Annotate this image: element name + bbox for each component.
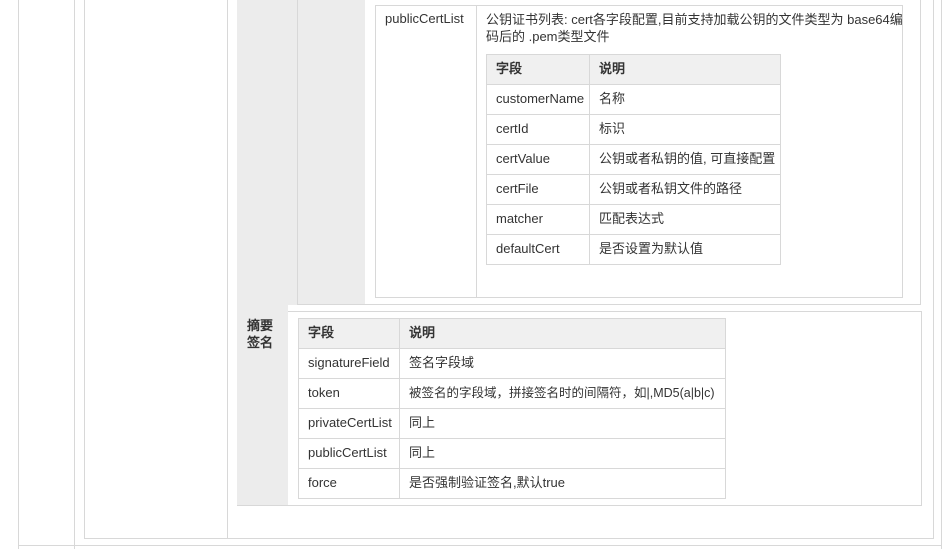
- public-cert-row-field: matcher: [496, 211, 543, 226]
- public-cert-table-header: [486, 54, 781, 85]
- outer-right-border: [941, 0, 942, 549]
- table-row: [486, 114, 781, 145]
- public-cert-row-divider: [476, 5, 477, 298]
- public-cert-row-field: customerName: [496, 91, 585, 106]
- signature-row-desc: 签名字段域: [409, 355, 475, 370]
- signature-row-field: privateCertList: [308, 415, 392, 430]
- signature-table-header: [298, 318, 726, 349]
- public-cert-row-field: defaultCert: [496, 241, 560, 256]
- public-cert-table-header-desc: 说明: [599, 61, 626, 76]
- public-cert-description-line2: 码后的 .pem类型文件: [486, 29, 610, 44]
- public-cert-description: 公钥证书列表: cert各字段配置,目前支持加载公钥的文件类型为 base64编…: [486, 11, 903, 45]
- signature-row-desc: 同上: [409, 415, 436, 430]
- outer-bottom-border: [18, 545, 942, 546]
- public-cert-row-desc: 匹配表达式: [599, 211, 665, 226]
- public-cert-row-field: certValue: [496, 151, 550, 166]
- public-cert-field-name: publicCertList: [385, 11, 464, 26]
- signature-row-desc: 被签名的字段域，拼接签名时的间隔符，如|,MD5(a|b|c): [409, 386, 715, 400]
- signature-row-field: publicCertList: [308, 445, 387, 460]
- public-cert-row-desc: 是否设置为默认值: [599, 241, 704, 256]
- outer-left-border-2: [74, 0, 75, 549]
- signature-label-line2: 签名: [247, 335, 274, 350]
- category-column-divider: [227, 0, 228, 538]
- public-cert-table-col-divider: [589, 54, 590, 265]
- public-cert-row-desc: 名称: [599, 91, 626, 106]
- signature-table-header-desc: 说明: [409, 325, 436, 340]
- signature-row-field: token: [308, 385, 340, 400]
- public-cert-row-field: certId: [496, 121, 529, 136]
- signature-row-desc: 是否强制验证签名,默认true: [409, 475, 566, 490]
- outer-left-border-1: [18, 0, 19, 549]
- signature-label: 摘要 签名: [247, 317, 273, 351]
- signature-row-field: force: [308, 475, 337, 490]
- nested-field-column: [298, 0, 365, 304]
- public-cert-table-header-field: 字段: [496, 61, 523, 76]
- public-cert-row-top: [375, 5, 903, 6]
- public-cert-row-desc: 标识: [599, 121, 626, 136]
- signature-section-bottom-left: [237, 505, 289, 506]
- signature-row-desc: 同上: [409, 445, 436, 460]
- public-cert-row-field: certFile: [496, 181, 539, 196]
- signature-table-header-field: 字段: [308, 325, 335, 340]
- gray-band-inner: [288, 0, 297, 305]
- signature-label-line1: 摘要: [247, 318, 274, 333]
- signature-row-field: signatureField: [308, 355, 390, 370]
- public-cert-description-line1: 公钥证书列表: cert各字段配置,目前支持加载公钥的文件类型为 base64编: [486, 12, 903, 27]
- gray-band: [237, 0, 288, 505]
- signature-table-col-divider: [399, 318, 400, 499]
- public-cert-row-desc: 公钥或者私钥的值, 可直接配置: [599, 151, 776, 166]
- public-cert-row-desc: 公钥或者私钥文件的路径: [599, 181, 743, 196]
